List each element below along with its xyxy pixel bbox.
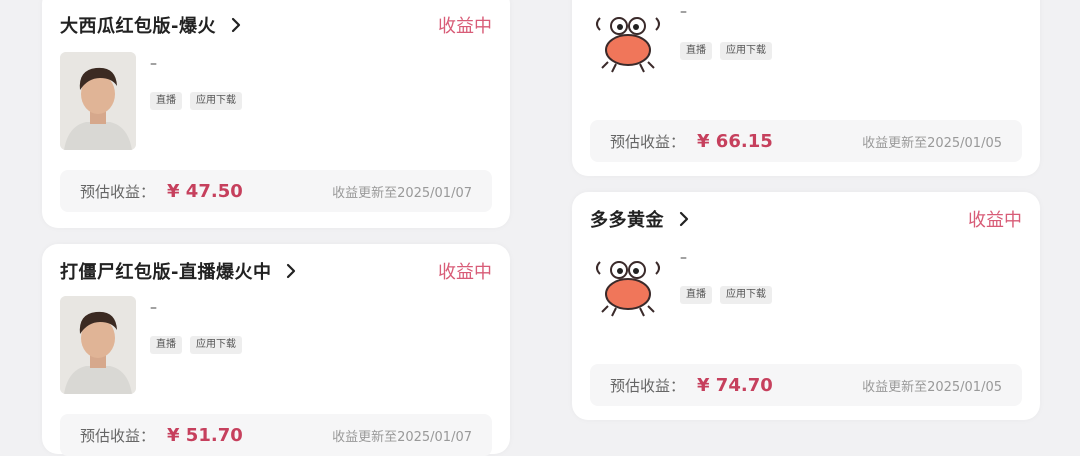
tag-app-download: 应用下载 <box>720 42 772 60</box>
update-date: 收益更新至2025/01/07 <box>332 185 472 201</box>
task-title: 打僵尸红包版-直播爆火中 <box>60 262 272 283</box>
tag-live: 直播 <box>680 42 712 60</box>
earnings-value: ¥ 51.70 <box>167 424 243 446</box>
task-dash: – <box>150 56 157 72</box>
update-date: 收益更新至2025/01/05 <box>862 379 1002 395</box>
earnings-bar: 预估收益： ¥ 66.15 收益更新至2025/01/05 <box>590 120 1022 162</box>
task-title: 大西瓜红包版-爆火 <box>60 16 216 37</box>
tag-list: 直播 应用下载 <box>150 92 242 110</box>
task-dash: – <box>150 300 157 316</box>
card-header: 多多黄金 收益中 <box>590 206 1022 232</box>
task-title-link[interactable]: 打僵尸红包版-直播爆火中 <box>60 258 301 284</box>
crab-mascot-icon <box>590 244 666 320</box>
tag-live: 直播 <box>150 336 182 354</box>
status-label: 收益中 <box>968 210 1022 231</box>
earnings-bar: 预估收益： ¥ 74.70 收益更新至2025/01/05 <box>590 364 1022 406</box>
earnings-bar: 预估收益： ¥ 47.50 收益更新至2025/01/07 <box>60 170 492 212</box>
status-label: 收益中 <box>438 262 492 283</box>
earnings-label: 预估收益： <box>610 132 686 151</box>
earnings-label: 预估收益： <box>610 376 686 395</box>
avatar-photo <box>60 296 136 394</box>
earnings-label: 预估收益： <box>80 426 156 445</box>
task-title-link[interactable]: 多多黄金 <box>590 206 694 232</box>
earnings-value: ¥ 74.70 <box>697 374 773 396</box>
chevron-right-icon <box>281 261 301 281</box>
status-label: 收益中 <box>438 16 492 37</box>
chevron-right-icon <box>226 15 246 35</box>
tag-app-download: 应用下载 <box>720 286 772 304</box>
earnings-value: ¥ 47.50 <box>167 180 243 202</box>
card-header: 大西瓜红包版-爆火 收益中 <box>60 12 492 38</box>
avatar-photo <box>60 52 136 150</box>
tag-app-download: 应用下载 <box>190 92 242 110</box>
crab-mascot-icon <box>590 0 666 76</box>
tag-list: 直播 应用下载 <box>680 42 772 60</box>
task-card[interactable]: 打僵尸红包版-直播爆火中 收益中 – 直播 应用下载 预估收益： ¥ 51.70… <box>42 244 510 456</box>
task-title: 多多黄金 <box>590 210 664 231</box>
card-header: 打僵尸红包版-直播爆火中 收益中 <box>60 258 492 284</box>
task-card[interactable]: 多多黄金 收益中 – 直播 应用下载 预估收益： ¥ 74.70 收益更新至20… <box>572 192 1040 420</box>
task-card[interactable]: – 直播 应用下载 预估收益： ¥ 66.15 收益更新至2025/01/05 <box>572 0 1040 176</box>
tag-list: 直播 应用下载 <box>680 286 772 304</box>
update-date: 收益更新至2025/01/07 <box>332 429 472 445</box>
tag-app-download: 应用下载 <box>190 336 242 354</box>
task-dash: – <box>680 250 687 266</box>
earnings-value: ¥ 66.15 <box>697 130 773 152</box>
tag-live: 直播 <box>150 92 182 110</box>
earnings-bar: 预估收益： ¥ 51.70 收益更新至2025/01/07 <box>60 414 492 456</box>
update-date: 收益更新至2025/01/05 <box>862 135 1002 151</box>
task-card[interactable]: 大西瓜红包版-爆火 收益中 – 直播 应用下载 预估收益： ¥ 47.50 收益… <box>42 0 510 228</box>
tag-live: 直播 <box>680 286 712 304</box>
task-title-link[interactable]: 大西瓜红包版-爆火 <box>60 12 246 38</box>
chevron-right-icon <box>674 209 694 229</box>
task-dash: – <box>680 4 687 20</box>
earnings-label: 预估收益： <box>80 182 156 201</box>
tag-list: 直播 应用下载 <box>150 336 242 354</box>
